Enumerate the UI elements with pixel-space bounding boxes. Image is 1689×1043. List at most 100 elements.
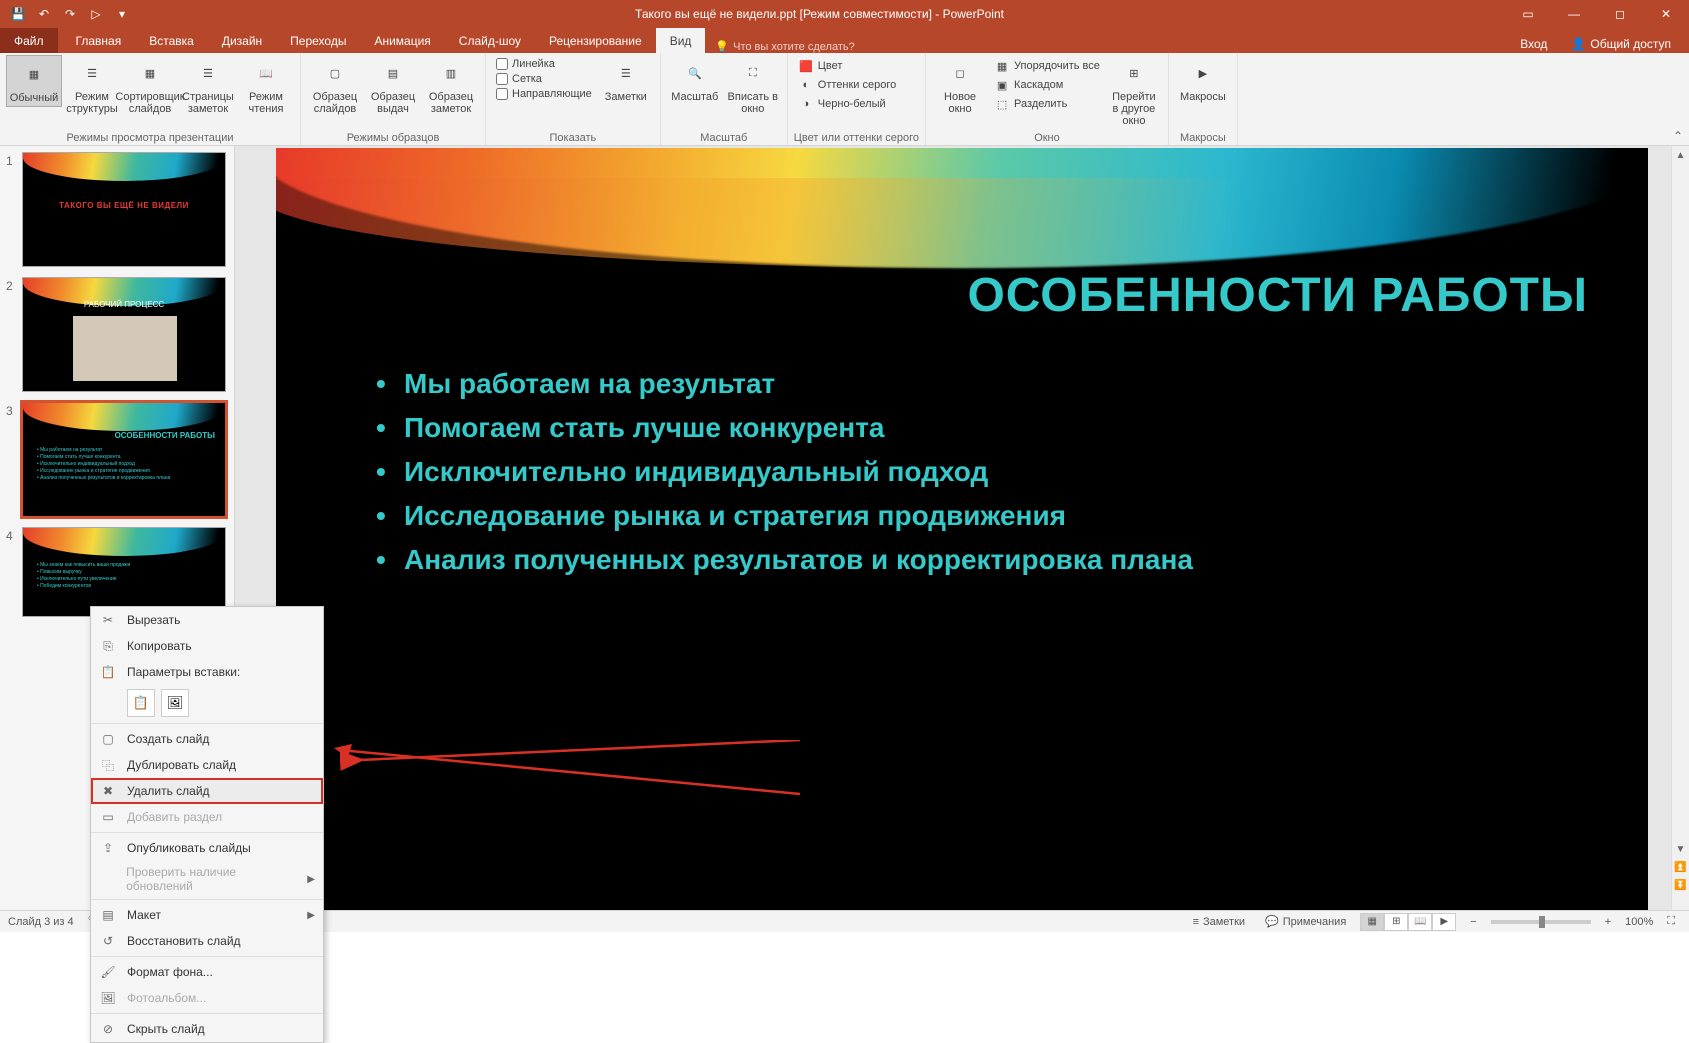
slide-counter[interactable]: Слайд 3 из 4 xyxy=(8,916,74,928)
arrange-all-button[interactable]: ▦Упорядочить все xyxy=(990,57,1104,75)
window-controls: ▭ — ◻ ✕ xyxy=(1505,0,1689,28)
quick-access-toolbar: 💾 ↶ ↷ ▷ ▾ xyxy=(0,2,134,26)
close-icon[interactable]: ✕ xyxy=(1643,0,1689,28)
zoom-button[interactable]: 🔍 Масштаб xyxy=(667,55,723,105)
tab-animation[interactable]: Анимация xyxy=(360,28,444,53)
comments-toggle[interactable]: 💬Примечания xyxy=(1259,913,1352,930)
bw-icon: ◑ xyxy=(798,96,814,112)
switch-window-icon: ⊞ xyxy=(1118,57,1150,89)
ctx-add-section: ▭Добавить раздел xyxy=(91,804,323,830)
slideshow-shortcut[interactable]: ▶ xyxy=(1432,913,1456,931)
view-sorter-button[interactable]: ▦ Сортировщик слайдов xyxy=(122,55,178,117)
paste-picture-button[interactable]: 🖼 xyxy=(161,689,189,717)
share-button[interactable]: 👤Общий доступ xyxy=(1563,35,1679,53)
normal-view-shortcut[interactable]: ▦ xyxy=(1360,913,1384,931)
ctx-paste-options: 📋 🖼 xyxy=(91,685,323,721)
ctx-check-updates: Проверить наличие обновлений▶ xyxy=(91,861,323,897)
tell-me-search[interactable]: 💡Что вы хотите сделать? xyxy=(705,40,854,53)
grayscale-button[interactable]: ◐Оттенки серого xyxy=(794,76,900,94)
notes-button[interactable]: ☰ Заметки xyxy=(598,55,654,105)
tab-home[interactable]: Главная xyxy=(62,28,136,53)
group-window: ◻ Новое окно ▦Упорядочить все ▣Каскадом … xyxy=(926,53,1169,145)
group-zoom: 🔍 Масштаб ⛶ Вписать в окно Масштаб xyxy=(661,53,788,145)
tab-view[interactable]: Вид xyxy=(656,28,706,53)
ctx-cut[interactable]: ✂Вырезать xyxy=(91,607,323,633)
ctx-publish-slides[interactable]: ⇪Опубликовать слайды xyxy=(91,835,323,861)
zoom-slider[interactable] xyxy=(1491,920,1591,924)
split-button[interactable]: ⬚Разделить xyxy=(990,95,1104,113)
cascade-button[interactable]: ▣Каскадом xyxy=(990,76,1104,94)
ctx-hide-slide[interactable]: ⊘Скрыть слайд xyxy=(91,1016,323,1042)
ctx-layout[interactable]: ▤Макет▶ xyxy=(91,902,323,928)
current-slide[interactable]: ОСОБЕННОСТИ РАБОТЫ Мы работаем на резуль… xyxy=(276,148,1648,918)
maximize-icon[interactable]: ◻ xyxy=(1597,0,1643,28)
fit-window-button[interactable]: ⛶ Вписать в окно xyxy=(725,55,781,117)
notes-status-icon: ≡ xyxy=(1193,916,1199,928)
switch-window-button[interactable]: ⊞ Перейти в другое окно xyxy=(1106,55,1162,129)
tab-design[interactable]: Дизайн xyxy=(208,28,276,53)
ribbon-options-icon[interactable]: ▭ xyxy=(1505,0,1551,28)
view-reading-button[interactable]: 📖 Режим чтения xyxy=(238,55,294,117)
copy-icon: ⎘ xyxy=(99,637,117,655)
ctx-photo-album: 🖼Фотоальбом... xyxy=(91,985,323,1011)
redo-icon[interactable]: ↷ xyxy=(58,2,82,26)
view-normal-button[interactable]: ▦ Обычный xyxy=(6,55,62,107)
notes-icon: ☰ xyxy=(610,57,642,89)
thumbnail-3[interactable]: 3 ОСОБЕННОСТИ РАБОТЫ • Мы работаем на ре… xyxy=(6,402,228,517)
zoom-level[interactable]: 100% xyxy=(1625,916,1653,928)
tab-slideshow[interactable]: Слайд-шоу xyxy=(445,28,535,53)
duplicate-icon: ⿻ xyxy=(99,756,117,774)
scroll-down-icon[interactable]: ▼ xyxy=(1672,840,1689,858)
handout-master-button[interactable]: ▤ Образец выдач xyxy=(365,55,421,117)
next-slide-icon[interactable]: ⏬ xyxy=(1672,876,1689,894)
reading-view-shortcut[interactable]: 📖 xyxy=(1408,913,1432,931)
thumbnail-1[interactable]: 1 ТАКОГО ВЫ ЕЩЁ НЕ ВИДЕЛИ xyxy=(6,152,228,267)
new-slide-icon: ▢ xyxy=(99,730,117,748)
save-icon[interactable]: 💾 xyxy=(6,2,30,26)
color-button[interactable]: 🟥Цвет xyxy=(794,57,900,75)
vertical-scrollbar[interactable]: ▲ ▼ ⏫ ⏬ xyxy=(1671,146,1689,912)
ctx-format-background[interactable]: 🖌Формат фона... xyxy=(91,959,323,985)
publish-icon: ⇪ xyxy=(99,839,117,857)
view-notes-page-button[interactable]: ☰ Страницы заметок xyxy=(180,55,236,117)
undo-icon[interactable]: ↶ xyxy=(32,2,56,26)
title-bar: 💾 ↶ ↷ ▷ ▾ Такого вы ещё не видели.ppt [Р… xyxy=(0,0,1689,28)
tab-review[interactable]: Рецензирование xyxy=(535,28,656,53)
ruler-checkbox[interactable]: Линейка xyxy=(492,57,596,71)
tab-insert[interactable]: Вставка xyxy=(135,28,208,53)
qat-dropdown-icon[interactable]: ▾ xyxy=(110,2,134,26)
zoom-in-button[interactable]: + xyxy=(1599,914,1617,930)
start-from-beginning-icon[interactable]: ▷ xyxy=(84,2,108,26)
tab-transitions[interactable]: Переходы xyxy=(276,28,360,53)
gridlines-checkbox[interactable]: Сетка xyxy=(492,72,596,86)
zoom-out-button[interactable]: − xyxy=(1464,914,1482,930)
view-outline-button[interactable]: ☰ Режим структуры xyxy=(64,55,120,117)
tab-file[interactable]: Файл xyxy=(0,28,58,53)
blackwhite-button[interactable]: ◑Черно-белый xyxy=(794,95,900,113)
prev-slide-icon[interactable]: ⏫ xyxy=(1672,858,1689,876)
ctx-copy[interactable]: ⎘Копировать xyxy=(91,633,323,659)
ctx-new-slide[interactable]: ▢Создать слайд xyxy=(91,726,323,752)
macros-button[interactable]: ▶ Макросы xyxy=(1175,55,1231,105)
guides-checkbox[interactable]: Направляющие xyxy=(492,87,596,101)
ctx-duplicate-slide[interactable]: ⿻Дублировать слайд xyxy=(91,752,323,778)
notes-master-button[interactable]: ▥ Образец заметок xyxy=(423,55,479,117)
group-presentation-views: ▦ Обычный ☰ Режим структуры ▦ Сортировщи… xyxy=(0,53,301,145)
signin-button[interactable]: Вход xyxy=(1512,35,1555,53)
fit-to-window-button[interactable]: ⛶ xyxy=(1661,913,1681,930)
scroll-up-icon[interactable]: ▲ xyxy=(1672,146,1689,164)
slide-canvas: ОСОБЕННОСТИ РАБОТЫ Мы работаем на резуль… xyxy=(235,146,1689,912)
hide-slide-icon: ⊘ xyxy=(99,1020,117,1038)
paste-dest-theme-button[interactable]: 📋 xyxy=(127,689,155,717)
thumbnail-2[interactable]: 2 РАБОЧИЙ ПРОЦЕСС xyxy=(6,277,228,392)
new-window-button[interactable]: ◻ Новое окно xyxy=(932,55,988,117)
share-icon: 👤 xyxy=(1571,37,1586,51)
minimize-icon[interactable]: — xyxy=(1551,0,1597,28)
sorter-view-shortcut[interactable]: ⊞ xyxy=(1384,913,1408,931)
thumbnail-4[interactable]: 4 • Мы знаем как повысить ваши продажи •… xyxy=(6,527,228,617)
slide-master-button[interactable]: ▢ Образец слайдов xyxy=(307,55,363,117)
arrange-icon: ▦ xyxy=(994,58,1010,74)
collapse-ribbon-icon[interactable]: ⌃ xyxy=(1673,129,1683,143)
notes-toggle[interactable]: ≡Заметки xyxy=(1187,914,1252,930)
ctx-delete-slide[interactable]: ✖Удалить слайд xyxy=(91,778,323,804)
